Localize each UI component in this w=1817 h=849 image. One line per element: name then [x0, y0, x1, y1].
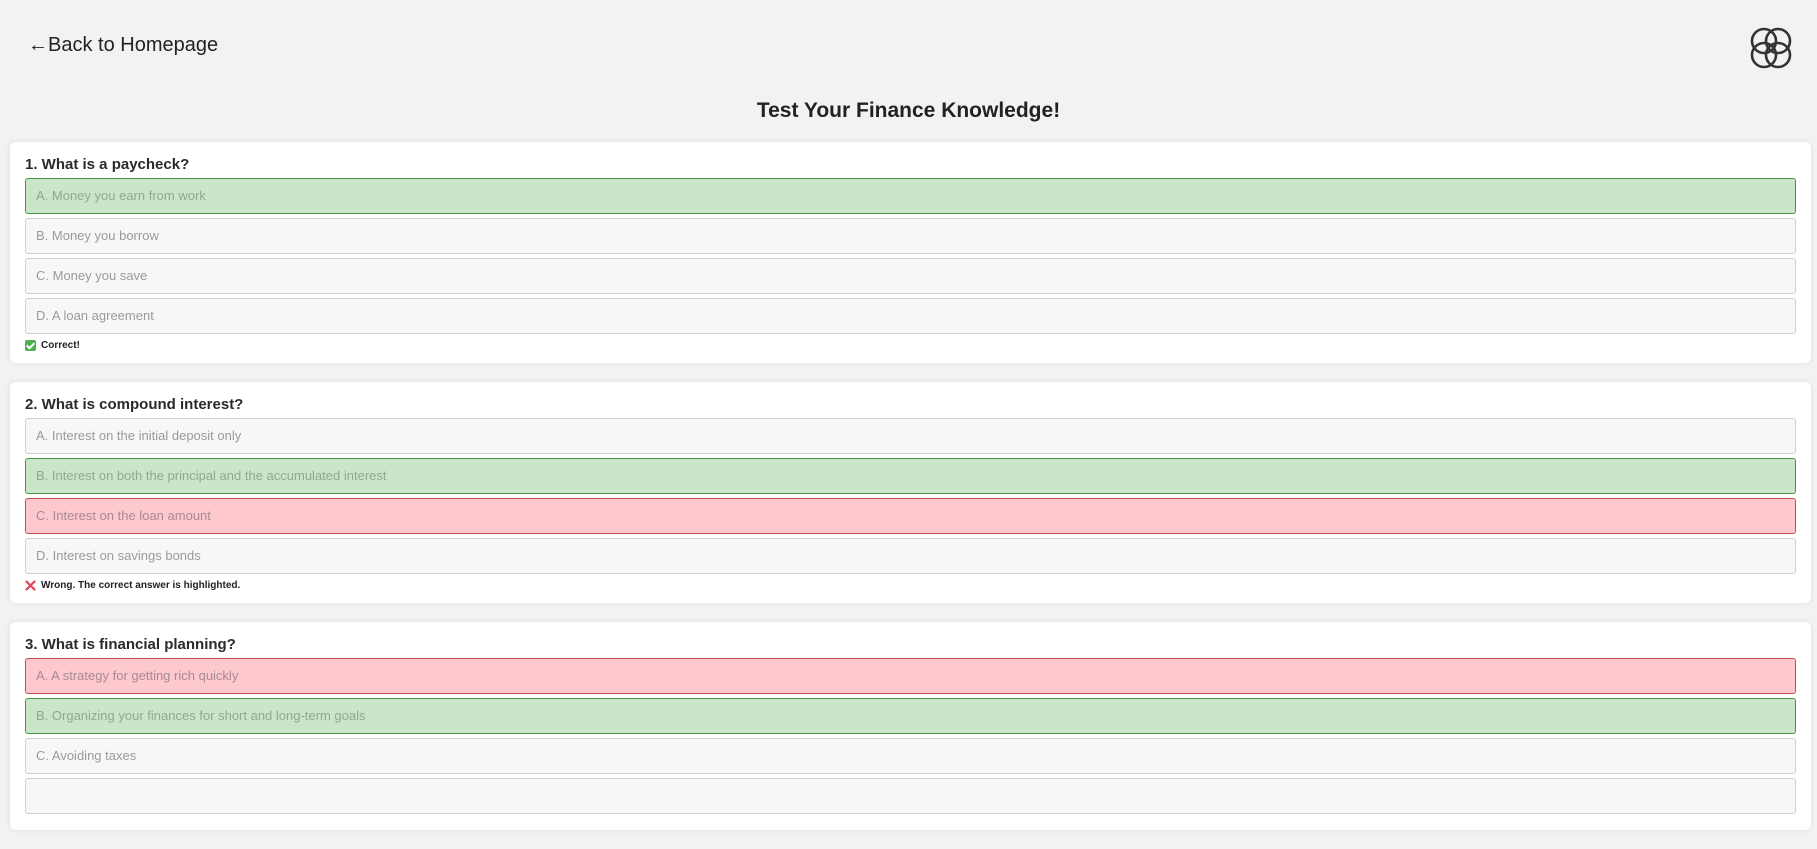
option-a[interactable]: A. Money you earn from work — [25, 178, 1796, 214]
question-card-3: 3. What is financial planning? A. A stra… — [10, 622, 1811, 830]
feedback-text: Wrong. The correct answer is highlighted… — [41, 580, 241, 591]
option-b[interactable]: B. Interest on both the principal and th… — [25, 458, 1796, 494]
question-text: 2. What is compound interest? — [25, 396, 244, 413]
cross-icon — [25, 580, 36, 591]
page-title: Test Your Finance Knowledge! — [756, 99, 1061, 122]
option-d[interactable]: D. Interest on savings bonds — [25, 538, 1796, 574]
check-icon — [25, 340, 36, 351]
option-d[interactable] — [25, 778, 1796, 814]
question-card-2: 2. What is compound interest? A. Interes… — [10, 382, 1811, 603]
feedback-message: Correct! — [25, 340, 1796, 351]
option-b[interactable]: B. Money you borrow — [25, 218, 1796, 254]
back-to-homepage-link[interactable]: ←Back to Homepage — [28, 34, 218, 57]
quiz-list: 1. What is a paycheck? A. Money you earn… — [10, 142, 1811, 849]
feedback-text: Correct! — [41, 340, 80, 351]
question-text: 1. What is a paycheck? — [25, 156, 190, 173]
top-bar: ←Back to Homepage — [0, 0, 1817, 96]
option-d[interactable]: D. A loan agreement — [25, 298, 1796, 334]
feedback-message: Wrong. The correct answer is highlighted… — [25, 580, 1796, 591]
option-a[interactable]: A. A strategy for getting rich quickly — [25, 658, 1796, 694]
option-b[interactable]: B. Organizing your finances for short an… — [25, 698, 1796, 734]
option-c[interactable]: C. Money you save — [25, 258, 1796, 294]
option-a[interactable]: A. Interest on the initial deposit only — [25, 418, 1796, 454]
option-c[interactable]: C. Interest on the loan amount — [25, 498, 1796, 534]
question-text: 3. What is financial planning? — [25, 636, 236, 653]
question-card-1: 1. What is a paycheck? A. Money you earn… — [10, 142, 1811, 363]
option-c[interactable]: C. Avoiding taxes — [25, 738, 1796, 774]
logo-icon[interactable] — [1743, 20, 1799, 76]
